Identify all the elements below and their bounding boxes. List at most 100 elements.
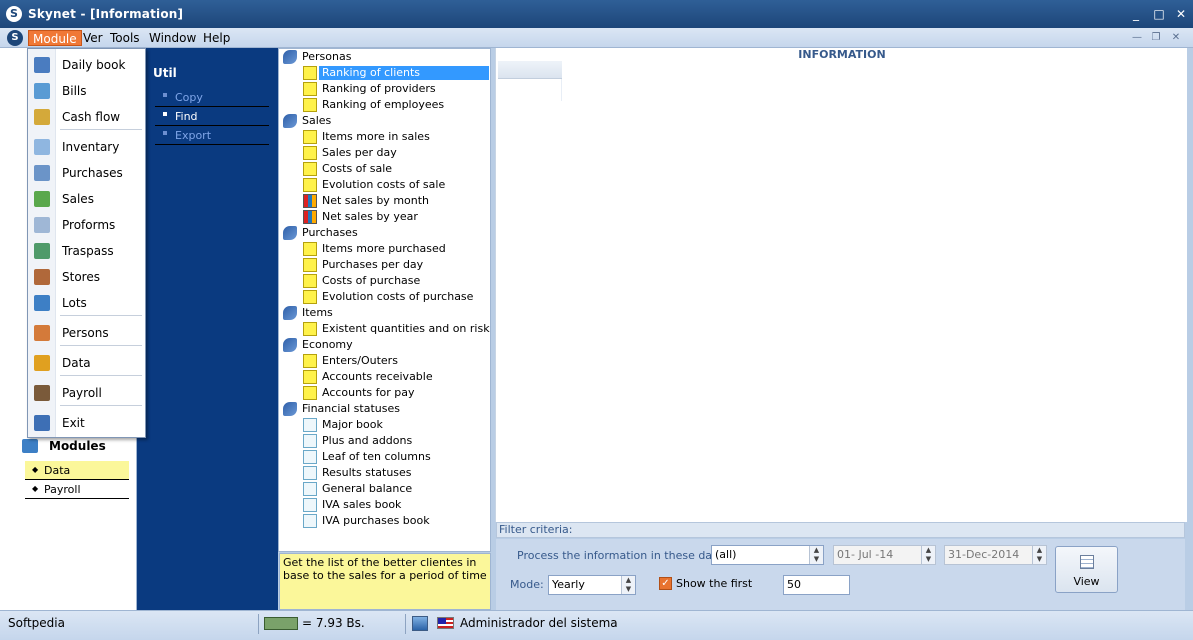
tree-item[interactable]: Existent quantities and on risk (279, 321, 490, 337)
mdi-restore-button[interactable]: ❐ (1149, 31, 1163, 45)
spin-arrows-icon[interactable]: ▲ ▼ (621, 576, 635, 594)
tree-item[interactable]: Evolution costs of purchase (279, 289, 490, 305)
book-icon (283, 226, 297, 240)
tree-item[interactable]: Items more purchased (279, 241, 490, 257)
tree-item[interactable]: Items more in sales (279, 129, 490, 145)
tree-category[interactable]: Items (279, 305, 490, 321)
module-menu-item-cash-flow[interactable]: Cash flow (28, 105, 145, 129)
tree-item[interactable]: Major book (279, 417, 490, 433)
cart-icon (34, 165, 50, 181)
module-menu-item-sales[interactable]: Sales (28, 187, 145, 211)
spin-arrows-icon[interactable]: ▲ ▼ (1032, 546, 1046, 564)
mdi-close-button[interactable]: ✕ (1169, 31, 1183, 45)
tree-item[interactable]: Plus and addons (279, 433, 490, 449)
sticky-note-icon (303, 354, 317, 368)
mode-select[interactable]: Yearly ▲ ▼ (548, 575, 636, 595)
dates-label: Process the information in these dates: (517, 549, 733, 562)
close-window-button[interactable]: ✕ (1172, 5, 1190, 23)
tree-item[interactable]: Accounts for pay (279, 385, 490, 401)
tree-item-label: Items more in sales (322, 130, 430, 143)
tree-item[interactable]: Purchases per day (279, 257, 490, 273)
tree-item[interactable]: Accounts receivable (279, 369, 490, 385)
modules-item-payroll[interactable]: ◆ Payroll (25, 480, 129, 499)
date-from-field[interactable]: 01- Jul -14 ▲ ▼ (833, 545, 936, 565)
module-menu-item-persons[interactable]: Persons (28, 321, 145, 345)
tree-category[interactable]: Economy (279, 337, 490, 353)
tree-item[interactable]: Enters/Outers (279, 353, 490, 369)
module-menu-item-exit[interactable]: Exit (28, 411, 145, 435)
module-menu-item-bills[interactable]: Bills (28, 79, 145, 103)
tree-item[interactable]: Results statuses (279, 465, 490, 481)
module-menu-item-payroll[interactable]: Payroll (28, 381, 145, 405)
modules-header: Modules (22, 438, 132, 456)
tree-item[interactable]: Ranking of employees (279, 97, 490, 113)
menu-ver[interactable]: Ver (79, 30, 107, 46)
tree-category[interactable]: Personas (279, 49, 490, 65)
module-menu-item-proforms[interactable]: Proforms (28, 213, 145, 237)
util-item-find[interactable]: Find (155, 107, 269, 126)
period-select[interactable]: (all) ▲ ▼ (711, 545, 824, 565)
view-button[interactable]: View (1055, 546, 1118, 593)
module-menu-item-lots[interactable]: Lots (28, 291, 145, 315)
spin-arrows-icon[interactable]: ▲ ▼ (921, 546, 935, 564)
page-icon (303, 498, 317, 512)
module-dropdown-menu: Daily book Bills Cash flow Inventary Purchas… (27, 48, 146, 438)
results-grid[interactable] (498, 61, 562, 101)
tree-item[interactable]: Ranking of providers (279, 81, 490, 97)
mdi-minimize-button[interactable]: — (1130, 31, 1144, 45)
module-menu-item-traspass[interactable]: Traspass (28, 239, 145, 263)
util-item-label: Copy (175, 91, 203, 104)
util-item-export[interactable]: Export (155, 126, 269, 145)
spin-arrows-icon[interactable]: ▲ ▼ (809, 546, 823, 564)
util-item-copy[interactable]: Copy (155, 88, 269, 107)
date-to-field[interactable]: 31-Dec-2014 ▲ ▼ (944, 545, 1047, 565)
tree-item-label: Evolution costs of sale (322, 178, 446, 191)
system-menu-icon[interactable]: S (7, 30, 23, 46)
tree-category[interactable]: Sales (279, 113, 490, 129)
module-menu-item-inventary[interactable]: Inventary (28, 135, 145, 159)
tree-item-label: Sales per day (322, 146, 397, 159)
module-menu-item-data[interactable]: Data (28, 351, 145, 375)
tree-item[interactable]: Net sales by year (279, 209, 490, 225)
module-menu-item-label: Payroll (62, 386, 102, 400)
module-menu-item-label: Purchases (62, 166, 123, 180)
mode-value: Yearly (552, 578, 585, 591)
book-icon (283, 402, 297, 416)
tree-item-label: Costs of purchase (322, 274, 421, 287)
period-value: (all) (715, 548, 737, 561)
show-first-input[interactable]: 50 (783, 575, 850, 595)
modules-item-data[interactable]: ◆ Data (25, 461, 129, 480)
tree-item[interactable]: Sales per day (279, 145, 490, 161)
minimize-button[interactable]: _ (1127, 5, 1145, 23)
tree-item[interactable]: Costs of sale (279, 161, 490, 177)
tree-item[interactable]: Costs of purchase (279, 273, 490, 289)
module-menu-item-purchases[interactable]: Purchases (28, 161, 145, 185)
maximize-button[interactable]: □ (1150, 5, 1168, 23)
exchange-rate: = 7.93 Bs. (302, 616, 365, 630)
tree-category[interactable]: Purchases (279, 225, 490, 241)
menu-module[interactable]: Module (28, 30, 82, 46)
app-logo-icon[interactable]: S (6, 6, 22, 22)
modules-item-label: Payroll (44, 483, 81, 496)
menu-help[interactable]: Help (199, 30, 234, 46)
tree-item[interactable]: Ranking of clients (279, 65, 490, 81)
sticky-note-icon (303, 242, 317, 256)
view-button-label: View (1073, 575, 1100, 588)
tree-item[interactable]: Net sales by month (279, 193, 490, 209)
page-icon (303, 514, 317, 528)
tree-item[interactable]: Evolution costs of sale (279, 177, 490, 193)
module-menu-item-label: Bills (62, 84, 87, 98)
tree-category[interactable]: Financial statuses (279, 401, 490, 417)
menu-window[interactable]: Window (145, 30, 200, 46)
module-menu-item-daily-book[interactable]: Daily book (28, 53, 145, 77)
tree-item[interactable]: Leaf of ten columns (279, 449, 490, 465)
show-first-checkbox[interactable]: ✓ (659, 577, 672, 590)
tree-item[interactable]: IVA sales book (279, 497, 490, 513)
module-menu-item-stores[interactable]: Stores (28, 265, 145, 289)
show-first-label: Show the first (676, 577, 753, 590)
tree-item[interactable]: General balance (279, 481, 490, 497)
util-title: Util (153, 66, 177, 80)
menu-tools[interactable]: Tools (106, 30, 144, 46)
tree-item[interactable]: IVA purchases book (279, 513, 490, 529)
lots-icon (34, 295, 50, 311)
